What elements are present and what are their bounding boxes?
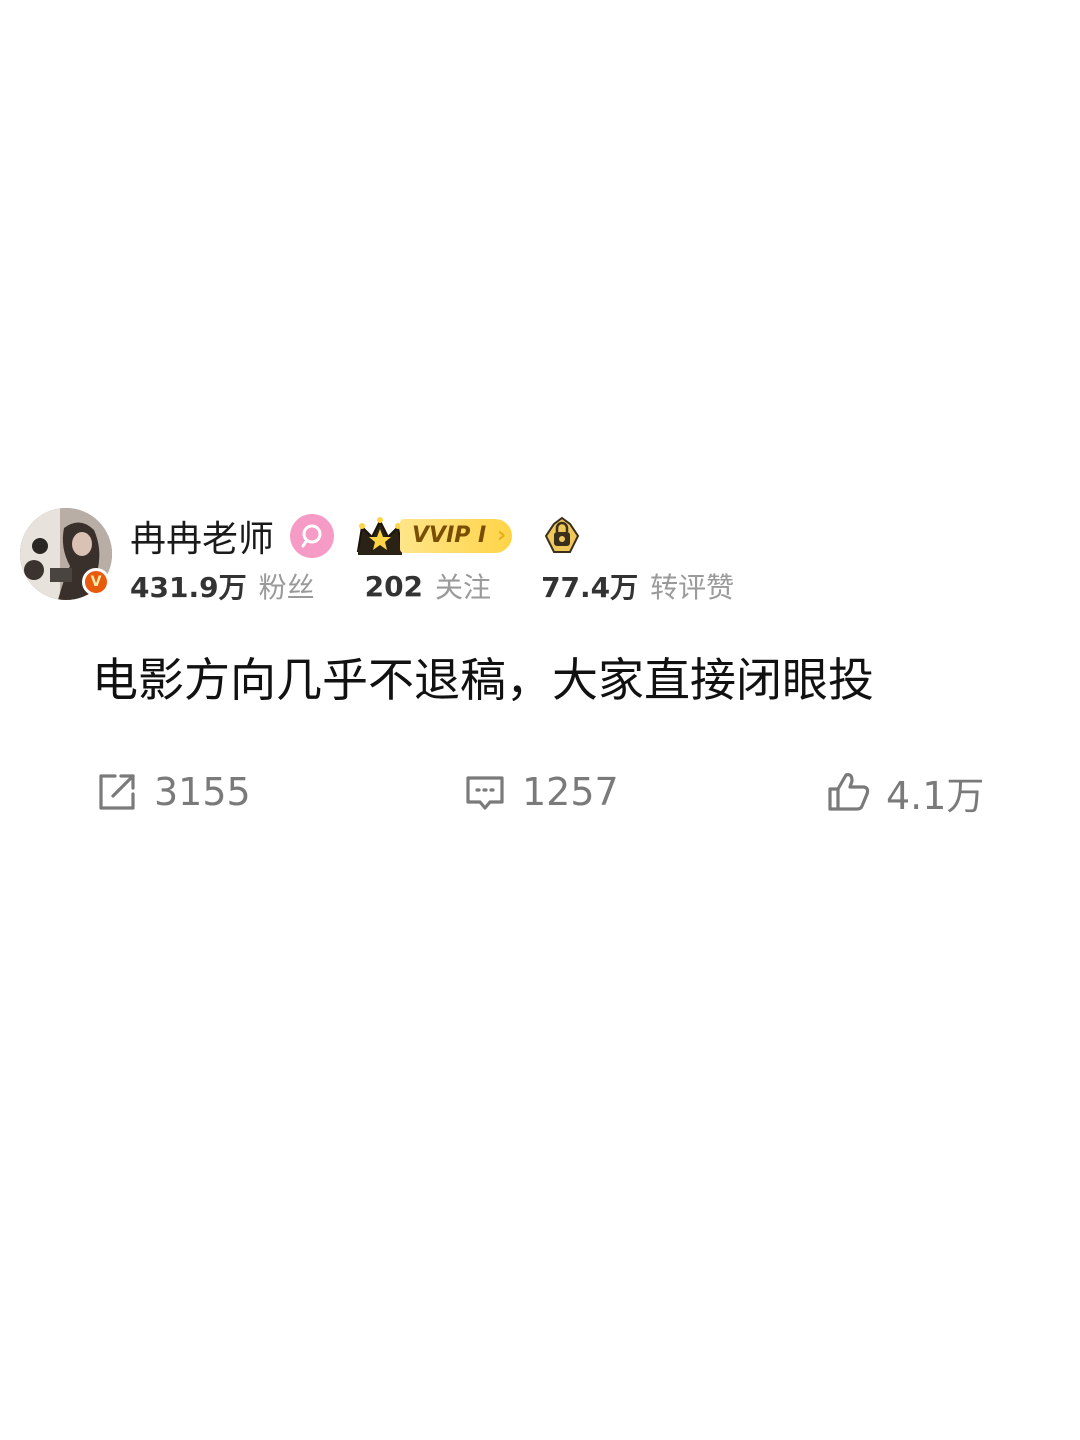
page: V 冉冉老师 VVIP I › 431.9万 粉丝 202 关注 77.4万 转… — [0, 0, 1080, 1440]
followers-label[interactable]: 粉丝 — [259, 566, 315, 606]
lock-badge-icon[interactable] — [540, 514, 584, 558]
repost-button[interactable]: 3155 — [94, 762, 251, 822]
engagement-count: 77.4万 — [541, 571, 639, 604]
comment-bubble-icon — [462, 769, 508, 815]
crown-icon — [356, 517, 404, 555]
action-bar: 3155 1257 4.1万 — [0, 762, 1080, 822]
post-text[interactable]: 电影方向几乎不退稿，大家直接闭眼投 — [92, 648, 1032, 712]
chevron-right-icon: › — [497, 523, 507, 548]
vip-badge[interactable]: VVIP I › — [354, 513, 513, 559]
comment-count: 1257 — [522, 770, 619, 814]
comment-button[interactable]: 1257 — [462, 762, 619, 822]
repost-count: 3155 — [154, 770, 251, 814]
share-arrow-icon — [94, 769, 140, 815]
verified-badge: V — [82, 568, 110, 596]
following-count[interactable]: 202 — [365, 570, 423, 603]
engagement-label: 转评赞 — [650, 571, 735, 604]
post-card: V 冉冉老师 VVIP I › 431.9万 粉丝 202 关注 77.4万 转… — [0, 500, 1080, 830]
followers-count[interactable]: 431.9万 — [130, 566, 247, 606]
name-row: 冉冉老师 VVIP I › — [130, 510, 584, 562]
username[interactable]: 冉冉老师 — [130, 510, 274, 562]
thumbs-up-icon — [826, 769, 872, 815]
avatar-container[interactable]: V — [20, 508, 112, 600]
following-label[interactable]: 关注 — [435, 566, 491, 606]
fan-club-icon[interactable] — [290, 514, 335, 558]
vip-level-text: VVIP I — [412, 523, 487, 548]
user-stats: 431.9万 粉丝 202 关注 77.4万 转评赞 — [130, 564, 734, 608]
like-button[interactable]: 4.1万 — [826, 762, 984, 822]
like-count: 4.1万 — [886, 773, 985, 818]
vip-label: VVIP I › — [400, 519, 513, 553]
